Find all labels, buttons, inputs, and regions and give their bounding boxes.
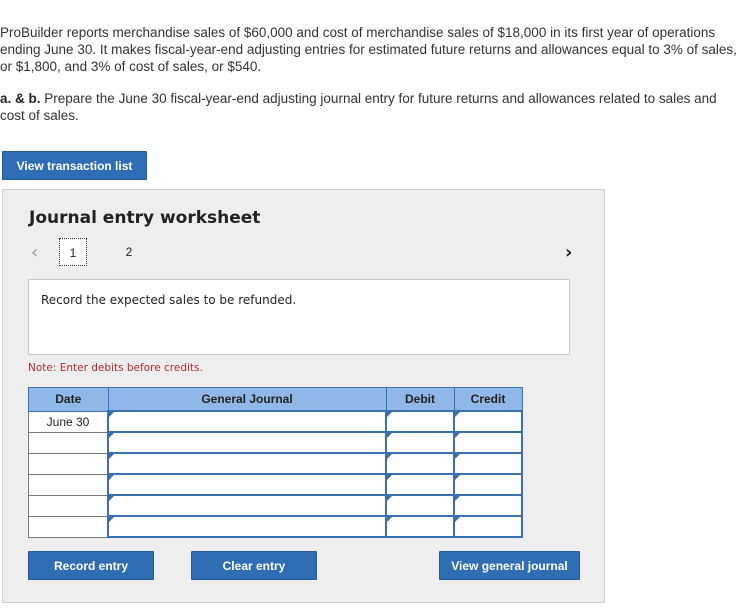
- entry-description-box: Record the expected sales to be refunded…: [28, 279, 570, 355]
- view-general-journal-button[interactable]: View general journal: [439, 551, 580, 580]
- debit-input[interactable]: [385, 494, 455, 517]
- general-journal-header: General Journal: [107, 387, 387, 412]
- problem-statement: ProBuilder reports merchandise sales of …: [0, 25, 737, 74]
- entry-description: Record the expected sales to be refunded…: [41, 293, 297, 307]
- credit-input[interactable]: [453, 515, 523, 538]
- account-input[interactable]: [107, 473, 387, 496]
- table-row: [28, 494, 523, 517]
- debit-credit-note: Note: Enter debits before credits.: [28, 362, 203, 374]
- date-cell: [28, 452, 109, 475]
- debit-input[interactable]: [385, 410, 455, 433]
- debit-input[interactable]: [385, 431, 455, 454]
- date-cell: [28, 431, 109, 454]
- chevron-left-icon[interactable]: ‹: [31, 242, 38, 263]
- clear-entry-button[interactable]: Clear entry: [191, 551, 317, 580]
- date-cell: [28, 494, 109, 517]
- table-row: June 30: [28, 410, 523, 433]
- debit-input[interactable]: [385, 515, 455, 538]
- account-input[interactable]: [107, 410, 387, 433]
- chevron-right-icon[interactable]: ›: [565, 242, 572, 263]
- debit-input[interactable]: [385, 473, 455, 496]
- task-label: a. & b.: [0, 91, 41, 106]
- account-input[interactable]: [107, 452, 387, 475]
- page-tab-1[interactable]: 1: [59, 238, 87, 266]
- credit-input[interactable]: [453, 452, 523, 475]
- credit-input[interactable]: [453, 431, 523, 454]
- worksheet-title: Journal entry worksheet: [29, 208, 261, 228]
- date-cell: [28, 473, 109, 496]
- record-entry-button[interactable]: Record entry: [28, 551, 154, 580]
- account-input[interactable]: [107, 494, 387, 517]
- page-tab-2[interactable]: 2: [115, 238, 143, 266]
- credit-input[interactable]: [453, 494, 523, 517]
- task-text: Prepare the June 30 fiscal-year-end adju…: [0, 91, 717, 123]
- table-row: [28, 515, 523, 538]
- date-header: Date: [28, 387, 109, 412]
- account-input[interactable]: [107, 431, 387, 454]
- credit-input[interactable]: [453, 410, 523, 433]
- debit-input[interactable]: [385, 452, 455, 475]
- table-row: [28, 473, 523, 496]
- date-cell: June 30: [28, 410, 109, 433]
- table-row: [28, 452, 523, 475]
- account-input[interactable]: [107, 515, 387, 538]
- credit-input[interactable]: [453, 473, 523, 496]
- journal-entry-worksheet: Journal entry worksheet ‹ 1 2 › Record t…: [2, 189, 605, 603]
- credit-header: Credit: [453, 387, 523, 412]
- journal-table: Date General Journal Debit Credit June 3…: [28, 387, 523, 538]
- view-transaction-list-button[interactable]: View transaction list: [2, 151, 147, 180]
- task-instructions: a. & b. Prepare the June 30 fiscal-year-…: [0, 90, 745, 124]
- debit-header: Debit: [385, 387, 455, 412]
- date-cell: [28, 515, 109, 538]
- table-row: [28, 431, 523, 454]
